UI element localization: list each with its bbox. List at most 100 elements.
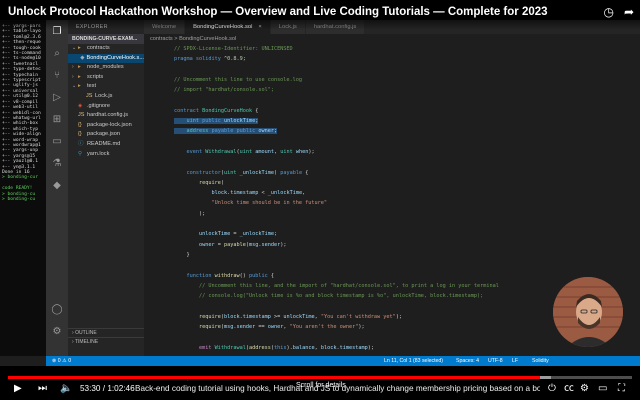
account-icon[interactable]: ◯ bbox=[51, 304, 63, 316]
file-tree-item[interactable]: {} package.json bbox=[68, 130, 144, 140]
play-icon[interactable]: ▶ bbox=[14, 383, 22, 395]
file-tree-item[interactable]: ⓘ README.md bbox=[68, 140, 144, 150]
outline-label: OUTLINE bbox=[75, 330, 97, 336]
code-line[interactable]: block.timestamp < _unlockTime, bbox=[174, 188, 634, 198]
language-mode[interactable]: Solidity bbox=[532, 356, 549, 366]
problems-indicator[interactable]: ⊗ 0 ⚠ 0 bbox=[52, 356, 71, 366]
terminal-line: +-- yauzl@0.1 bbox=[2, 159, 38, 165]
terminal-line: > bonding-cur bbox=[2, 175, 38, 181]
autoplay-toggle-icon[interactable]: ⏻ bbox=[548, 383, 556, 395]
progress-played bbox=[8, 376, 540, 379]
code-line[interactable]: // import "hardhat/console.sol"; bbox=[174, 85, 634, 95]
terminal-line: +-- yargs-unp bbox=[2, 148, 38, 154]
file-tree: ⌄ ▸ contracts ◆ BondingCurveHook.s... › ▸ node_… bbox=[68, 44, 144, 159]
code-line[interactable] bbox=[174, 260, 634, 270]
solidity-file-icon: ◆ bbox=[80, 54, 85, 61]
code-line[interactable] bbox=[174, 137, 634, 147]
file-tree-item[interactable]: › ▸ node_modules bbox=[68, 63, 144, 73]
code-line[interactable]: owner = payable(msg.sender); bbox=[174, 240, 634, 250]
line-ending[interactable]: LF bbox=[512, 356, 518, 366]
project-folder[interactable]: BONDING-CURVE-EXAM... bbox=[68, 34, 144, 44]
scroll-hint: Scroll for details bbox=[296, 382, 346, 389]
run-debug-icon[interactable]: ▷ bbox=[51, 92, 63, 104]
top-right-icons: ◷ ➦ bbox=[603, 5, 634, 19]
file-tree-item[interactable]: ◆ BondingCurveHook.s... bbox=[68, 53, 144, 64]
file-tree-item[interactable]: ⌄ ▸ contracts bbox=[68, 44, 144, 54]
code-line[interactable] bbox=[174, 157, 634, 167]
breadcrumb[interactable]: contracts > BondingCurveHook.sol bbox=[150, 36, 236, 42]
share-icon[interactable]: ➦ bbox=[624, 5, 634, 19]
file-tree-item[interactable]: ⌄ ▸ test bbox=[68, 82, 144, 92]
terminal-line: +-- type-detec bbox=[2, 67, 41, 73]
code-line[interactable]: address payable public owner; bbox=[174, 126, 634, 136]
fullscreen-icon[interactable]: ⛶ bbox=[618, 383, 625, 395]
next-icon[interactable]: ⏭ bbox=[38, 383, 47, 395]
terminal-panel: +-- yargs-pars+-- table-layo+-- toml@2.3… bbox=[0, 20, 46, 356]
code-line[interactable]: emit Withdrawal(address(this).balance, b… bbox=[174, 343, 634, 353]
js-file-icon: JS bbox=[78, 112, 85, 119]
captions-icon[interactable]: ㏄ bbox=[564, 383, 574, 395]
code-area[interactable]: // SPDX-License-Identifier: UNLICENSED pr… bbox=[174, 44, 634, 394]
code-line[interactable]: function withdraw() public { bbox=[174, 271, 634, 281]
terminal-line: > bonding-cu bbox=[2, 197, 36, 202]
video-title-bar: Unlock Protocol Hackathon Workshop — Ove… bbox=[0, 0, 640, 30]
file-tree-label: README.md bbox=[87, 140, 121, 147]
volume-icon[interactable]: 🔈 bbox=[60, 383, 72, 395]
folder-icon: ▸ bbox=[78, 64, 81, 71]
settings-gear-icon[interactable]: ⚙ bbox=[580, 383, 589, 395]
code-line[interactable]: uint public unlockTime; bbox=[174, 116, 634, 126]
theater-mode-icon[interactable]: ▭ bbox=[598, 383, 607, 395]
file-tree-item[interactable]: ⚲ yarn.lock bbox=[68, 150, 144, 160]
folder-icon: ▸ bbox=[78, 45, 81, 51]
timeline-section[interactable]: › TIMELINE bbox=[68, 337, 144, 346]
file-tree-item[interactable]: JS Lock.js bbox=[68, 92, 144, 102]
timeline-label: TIMELINE bbox=[74, 339, 99, 345]
file-tree-label: BondingCurveHook.s... bbox=[86, 54, 144, 61]
file-tree-label: scripts bbox=[87, 73, 104, 80]
code-line[interactable]: // Uncomment this line to use console.lo… bbox=[174, 75, 634, 85]
code-line[interactable]: } bbox=[174, 250, 634, 260]
folder-icon: ▸ bbox=[78, 83, 81, 90]
cursor-position[interactable]: Ln 11, Col 1 (83 selected) bbox=[384, 356, 443, 366]
extensions-icon[interactable]: ⊞ bbox=[51, 114, 63, 126]
js-file-icon: JS bbox=[86, 92, 93, 99]
progress-bar[interactable] bbox=[8, 376, 632, 379]
file-tree-label: contracts bbox=[87, 45, 110, 51]
activity-bar: ❐ ⌕ ⑂ ▷ ⊞ ▭ ⚗ ◆ ◯ ⚙ bbox=[46, 20, 68, 356]
code-line[interactable]: constructor(uint _unlockTime) payable { bbox=[174, 168, 634, 178]
search-icon[interactable]: ⌕ bbox=[51, 48, 63, 60]
gear-icon[interactable]: ⚙ bbox=[51, 326, 63, 338]
remote-explorer-icon[interactable]: ▭ bbox=[51, 136, 63, 148]
file-tree-item[interactable]: JS hardhat.config.js bbox=[68, 111, 144, 121]
code-line[interactable] bbox=[174, 65, 634, 75]
code-line[interactable] bbox=[174, 219, 634, 229]
code-line[interactable] bbox=[174, 95, 634, 105]
code-line[interactable]: require( bbox=[174, 178, 634, 188]
code-line[interactable]: ); bbox=[174, 209, 634, 219]
source-control-icon[interactable]: ⑂ bbox=[51, 70, 63, 82]
video-frame[interactable]: +-- yargs-pars+-- table-layo+-- toml@2.3… bbox=[0, 20, 640, 392]
code-line[interactable]: // SPDX-License-Identifier: UNLICENSED bbox=[174, 44, 634, 54]
outline-section[interactable]: › OUTLINE bbox=[68, 328, 144, 337]
video-title[interactable]: Unlock Protocol Hackathon Workshop — Ove… bbox=[8, 6, 548, 18]
code-line[interactable]: "Unlock time should be in the future" bbox=[174, 198, 634, 208]
code-line[interactable]: event Withdrawal(uint amount, uint when)… bbox=[174, 147, 634, 157]
file-tree-label: hardhat.config.js bbox=[87, 112, 129, 119]
file-tree-item[interactable]: › ▸ scripts bbox=[68, 73, 144, 83]
terminal-line: +-- then-reque bbox=[2, 40, 41, 46]
code-line[interactable]: contract BondingCurveHook { bbox=[174, 106, 634, 116]
json-file-icon: {} bbox=[78, 121, 82, 128]
docker-icon[interactable]: ◆ bbox=[51, 180, 63, 192]
code-line[interactable]: pragma solidity ^0.8.9; bbox=[174, 54, 634, 64]
time-current: 53:30 bbox=[80, 384, 101, 393]
info-file-icon: ⓘ bbox=[78, 140, 84, 147]
encoding[interactable]: UTF-8 bbox=[488, 356, 503, 366]
clock-icon[interactable]: ◷ bbox=[603, 5, 613, 19]
file-tree-item[interactable]: {} package-lock.json bbox=[68, 121, 144, 131]
indentation[interactable]: Spaces: 4 bbox=[456, 356, 479, 366]
file-tree-item[interactable]: ◈ .gitignore bbox=[68, 102, 144, 112]
terminal-line: +-- wide-align bbox=[2, 132, 41, 138]
git-file-icon: ◈ bbox=[78, 102, 83, 109]
code-line[interactable]: unlockTime = _unlockTime; bbox=[174, 229, 634, 239]
test-icon[interactable]: ⚗ bbox=[51, 158, 63, 170]
